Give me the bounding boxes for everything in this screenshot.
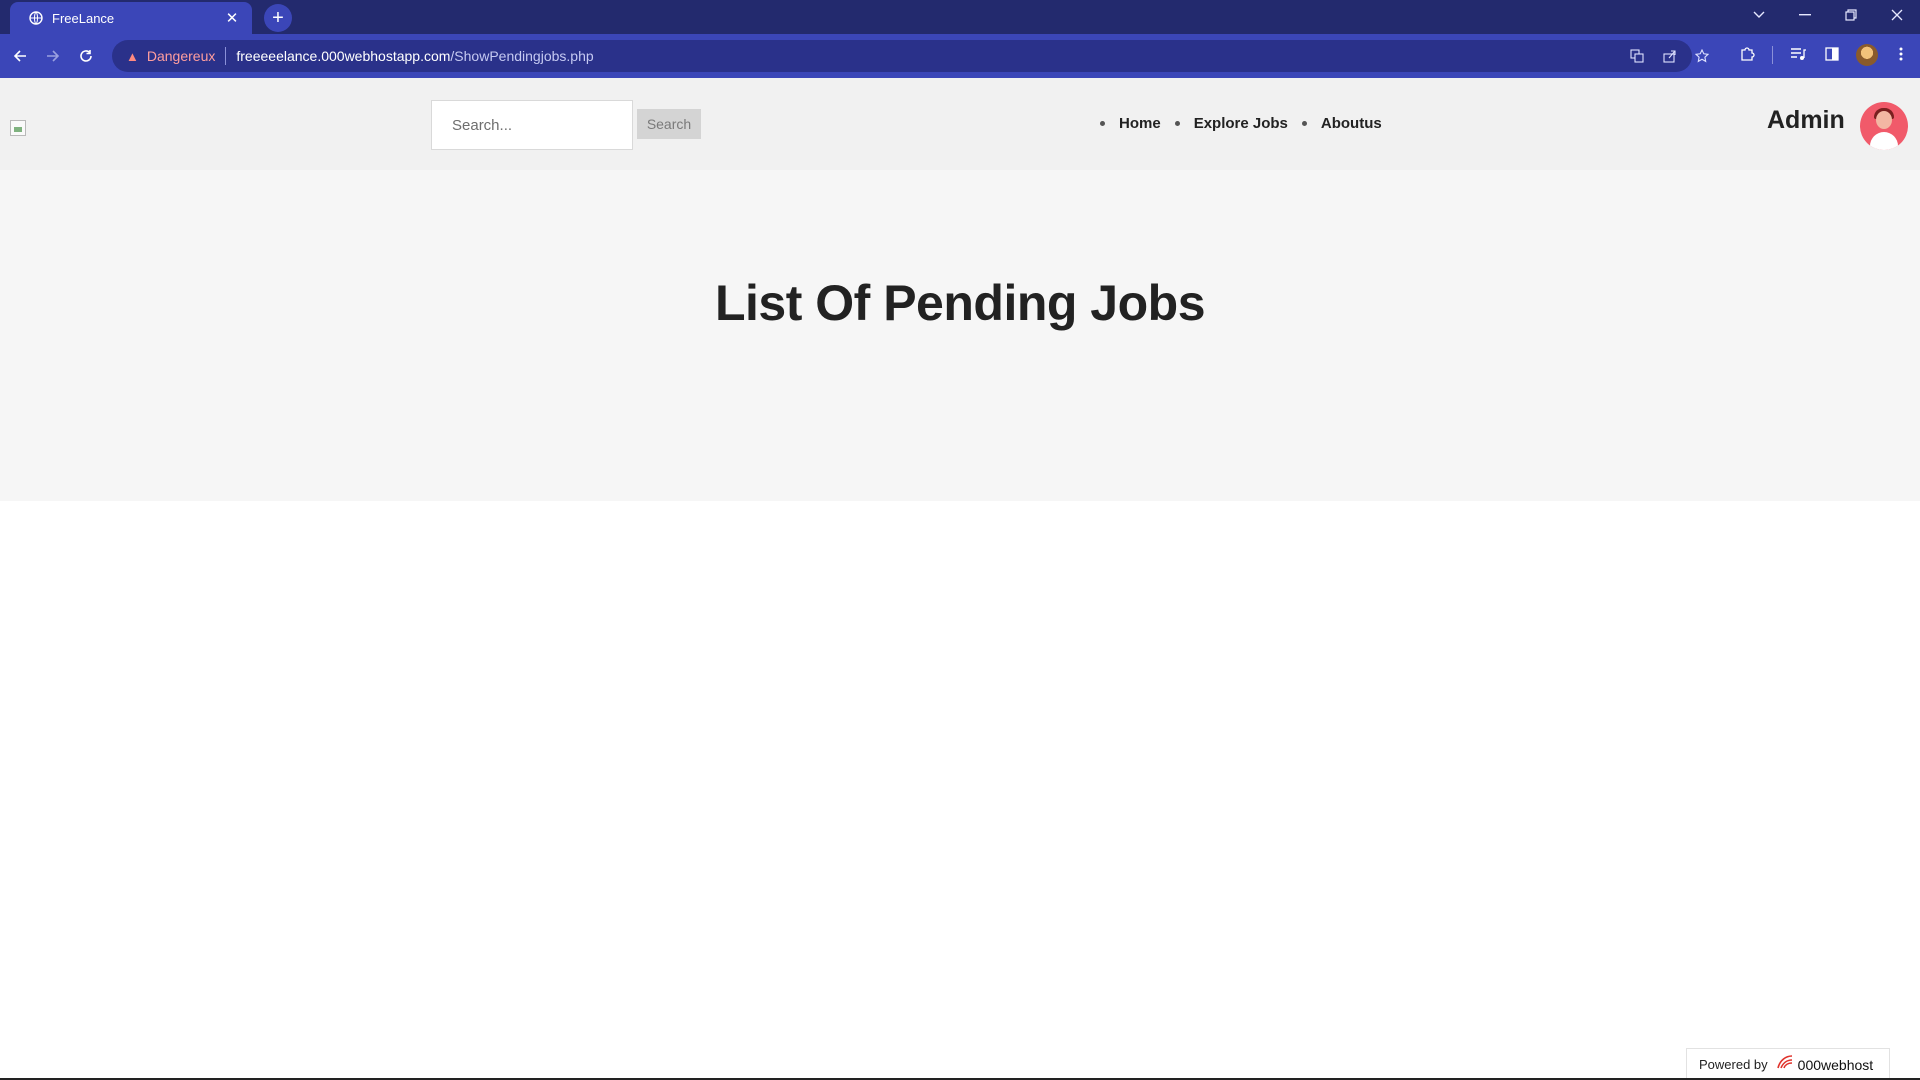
tab-search-icon[interactable] xyxy=(1736,0,1782,30)
browser-tab[interactable]: FreeLance ✕ xyxy=(10,2,252,34)
nav-label[interactable]: Aboutus xyxy=(1321,115,1382,132)
page-title: List Of Pending Jobs xyxy=(714,275,1206,331)
translate-icon[interactable] xyxy=(1626,45,1648,67)
forward-arrow-icon[interactable] xyxy=(39,42,67,70)
site-logo-image[interactable] xyxy=(10,120,26,136)
main-nav: Home Explore Jobs Aboutus xyxy=(1100,111,1396,135)
new-tab-button[interactable]: + xyxy=(264,4,292,32)
warning-triangle-icon[interactable]: ▲ xyxy=(126,49,139,64)
globe-icon xyxy=(28,10,44,26)
user-name[interactable]: Admin xyxy=(1767,106,1845,135)
search-input[interactable] xyxy=(431,100,633,150)
avatar-body xyxy=(1870,132,1898,150)
tab-title: FreeLance xyxy=(52,10,115,26)
hero-section: List Of Pending Jobs xyxy=(0,170,1920,501)
nav-item-home[interactable]: Home xyxy=(1100,115,1161,132)
kebab-menu-icon[interactable] xyxy=(1888,41,1914,67)
minimize-icon[interactable] xyxy=(1782,0,1828,30)
bullet-icon xyxy=(1301,120,1307,126)
nav-label[interactable]: Explore Jobs xyxy=(1194,115,1288,132)
puzzle-icon[interactable] xyxy=(1734,41,1760,67)
nav-item-aboutus[interactable]: Aboutus xyxy=(1301,115,1382,132)
search-button[interactable]: Search xyxy=(637,109,701,139)
webhost-logo-icon xyxy=(1776,1054,1794,1075)
webhost-brand: 000webhost xyxy=(1797,1056,1874,1073)
bullet-icon xyxy=(1174,120,1180,126)
security-status[interactable]: Dangereux xyxy=(147,48,216,64)
powered-by-badge[interactable]: Powered by 000webhost xyxy=(1686,1048,1890,1080)
close-tab-icon[interactable]: ✕ xyxy=(222,8,242,28)
address-separator xyxy=(225,47,227,65)
side-panel-icon[interactable] xyxy=(1819,41,1845,67)
media-queue-icon[interactable] xyxy=(1785,41,1811,67)
url-domain: freeeeelance.000webhostapp.com xyxy=(236,48,451,64)
toolbar-divider xyxy=(1772,46,1773,64)
web-page: Search Home Explore Jobs Aboutus Admin L… xyxy=(0,78,1920,1080)
close-window-icon[interactable] xyxy=(1874,0,1920,30)
powered-by-label: Powered by xyxy=(1699,1057,1768,1072)
url-path: /ShowPendingjobs.php xyxy=(450,48,594,64)
share-icon[interactable] xyxy=(1659,45,1681,67)
browser-tab-strip: FreeLance ✕ + xyxy=(0,0,1920,34)
browser-profile-avatar[interactable] xyxy=(1856,44,1878,66)
user-avatar[interactable] xyxy=(1860,102,1908,150)
site-header: Search Home Explore Jobs Aboutus Admin xyxy=(0,78,1920,170)
restore-window-icon[interactable] xyxy=(1828,0,1874,30)
reload-icon[interactable] xyxy=(72,42,100,70)
avatar-head xyxy=(1876,111,1892,129)
back-arrow-icon[interactable] xyxy=(6,42,34,70)
nav-item-explore-jobs[interactable]: Explore Jobs xyxy=(1174,115,1288,132)
address-bar[interactable]: ▲ Dangereux freeeeelance.000webhostapp.c… xyxy=(112,40,1692,72)
bullet-icon xyxy=(1100,120,1105,126)
nav-label[interactable]: Home xyxy=(1119,115,1161,132)
star-icon[interactable] xyxy=(1691,45,1713,67)
